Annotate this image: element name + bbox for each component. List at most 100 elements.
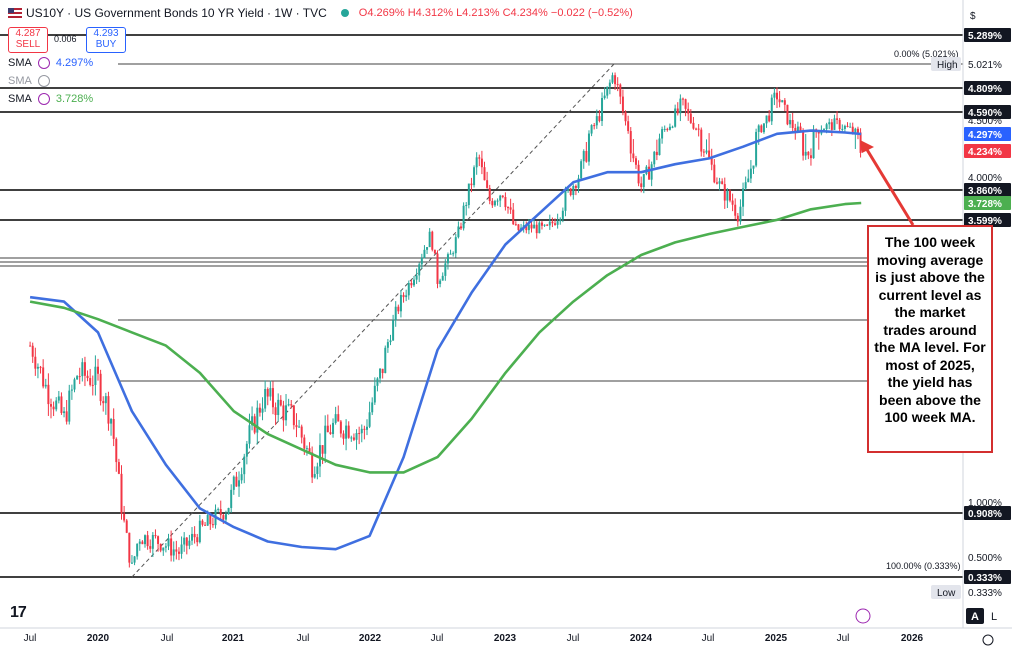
candle-body [653,151,656,165]
candle-body [115,438,118,463]
y-tick-label: 4.000% [968,173,1002,184]
candle-body [629,131,632,154]
candle-body [671,126,674,128]
candle-body [154,535,157,537]
currency-icon: $ [970,11,976,22]
sell-button[interactable]: 4.287 SELL [8,27,48,53]
candle-body [676,108,679,114]
candle-body [313,474,316,478]
candle-body [559,219,562,222]
candle-body [663,128,666,130]
candle-body [371,402,374,413]
candle-body [303,437,306,449]
price-tag-value: 5.021% [968,60,1002,71]
candle-body [141,541,144,545]
symbol-title[interactable]: US10Y · US Government Bonds 10 YR Yield … [26,6,327,20]
candle-body [849,126,852,128]
candle-body [467,183,470,206]
candle-body [185,537,188,546]
candle-body [721,181,724,185]
candle-body [277,399,280,416]
candle-body [162,547,165,551]
candle-body [70,389,73,391]
candle-body [650,164,653,180]
candle-body [744,182,747,189]
sma-settings-icon[interactable] [37,93,50,105]
candle-body [760,125,763,133]
x-tick-label: Jul [567,633,580,644]
sma-settings-icon[interactable] [37,57,50,69]
candle-body [755,131,758,166]
candle-body [616,84,619,86]
candle-body [180,544,183,554]
candle-body [261,408,264,413]
candle-body [543,224,546,226]
change-value: −0.022 (−0.52%) [550,7,633,19]
candle-body [102,401,105,404]
candle-body [457,226,460,238]
sma-legend-2[interactable]: SMA [8,75,50,87]
alert-icon [855,608,871,624]
candle-body [538,222,541,234]
price-tag: 4.809% [968,84,1002,95]
candle-body [692,122,695,129]
candle-body [658,138,661,156]
candle-body [812,129,815,159]
x-tick-label: Jul [837,633,850,644]
candle-body [65,411,68,422]
candle-body [123,513,126,521]
candle-body [546,224,549,226]
candle-body [509,207,512,210]
candle-body [418,264,421,276]
candle-body [399,294,402,312]
candle-body [177,551,180,554]
sma-value: 3.728% [55,93,94,105]
candle-body [97,366,99,374]
sma-legend-3[interactable]: SMA 3.728% [8,93,93,105]
candle-body [789,119,792,125]
x-tick-label: 2026 [901,633,924,644]
sma-legend-1[interactable]: SMA 4.297% [8,57,93,69]
candle-body [661,129,664,139]
candle-body [423,249,426,258]
candle-body [209,514,212,525]
candle-body [428,231,431,248]
candle-body [585,151,588,162]
x-tick-label: 2020 [87,633,110,644]
candle-body [107,396,110,424]
candle-body [731,200,734,205]
hidden-eye-icon[interactable] [37,75,50,87]
buy-button[interactable]: 4.293 BUY [86,27,126,53]
candle-body [486,180,489,188]
sma-label: SMA [8,93,32,105]
candle-body [44,384,47,387]
candle-body [681,98,684,100]
candle-body [248,425,251,444]
candle-body [762,123,765,133]
candle-body [846,125,849,127]
candle-body [318,445,321,467]
candle-body [496,200,499,202]
candle-body [29,345,32,347]
candle-body [548,221,551,226]
candle-body [365,426,368,430]
candle-body [99,373,102,402]
y-tick-label: 0.500% [968,553,1002,564]
candle-body [149,546,152,549]
candle-body [240,474,243,481]
candle-body [791,119,794,128]
candle-body [783,100,786,105]
price-chart[interactable]: 0.00% (5.021%)100.00% (0.333%)4.500%4.00… [0,0,1012,652]
candle-body [627,121,630,132]
buy-price: 4.293 [93,28,119,39]
candle-body [776,92,778,100]
candle-body [621,96,624,112]
candle-body [768,115,771,122]
candle-body [326,425,329,433]
candle-body [757,125,760,132]
candle-body [718,181,721,184]
candle-body [136,543,139,557]
candle-body [34,356,37,369]
candle-body [556,221,559,225]
candle-body [300,426,303,438]
